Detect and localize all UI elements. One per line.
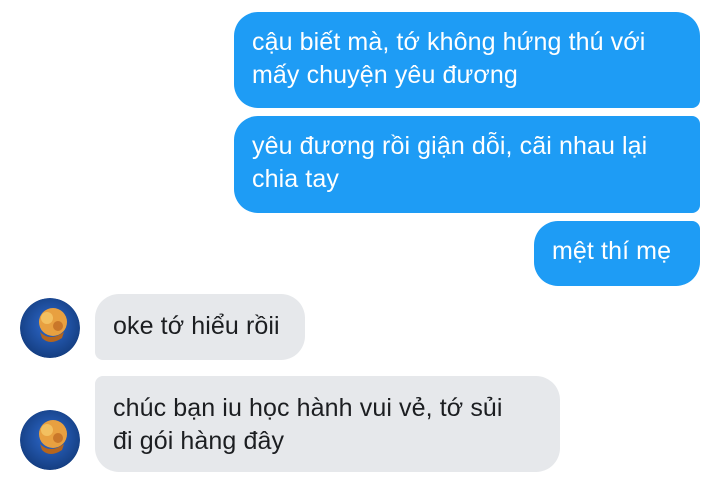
outgoing-message-1[interactable]: cậu biết mà, tớ không hứng thú với mấy c… <box>234 12 700 108</box>
chat-thread: cậu biết mà, tớ không hứng thú với mấy c… <box>0 0 720 494</box>
outgoing-message-3[interactable]: mệt thí mẹ <box>534 221 700 286</box>
incoming-message-1[interactable]: oke tớ hiểu rồii <box>95 294 305 360</box>
contact-avatar-icon[interactable] <box>20 410 80 470</box>
outgoing-message-2[interactable]: yêu đương rồi giận dỗi, cãi nhau lại chi… <box>234 116 700 213</box>
contact-avatar-icon[interactable] <box>20 298 80 358</box>
incoming-message-2[interactable]: chúc bạn iu học hành vui vẻ, tớ sủi đi g… <box>95 376 560 472</box>
